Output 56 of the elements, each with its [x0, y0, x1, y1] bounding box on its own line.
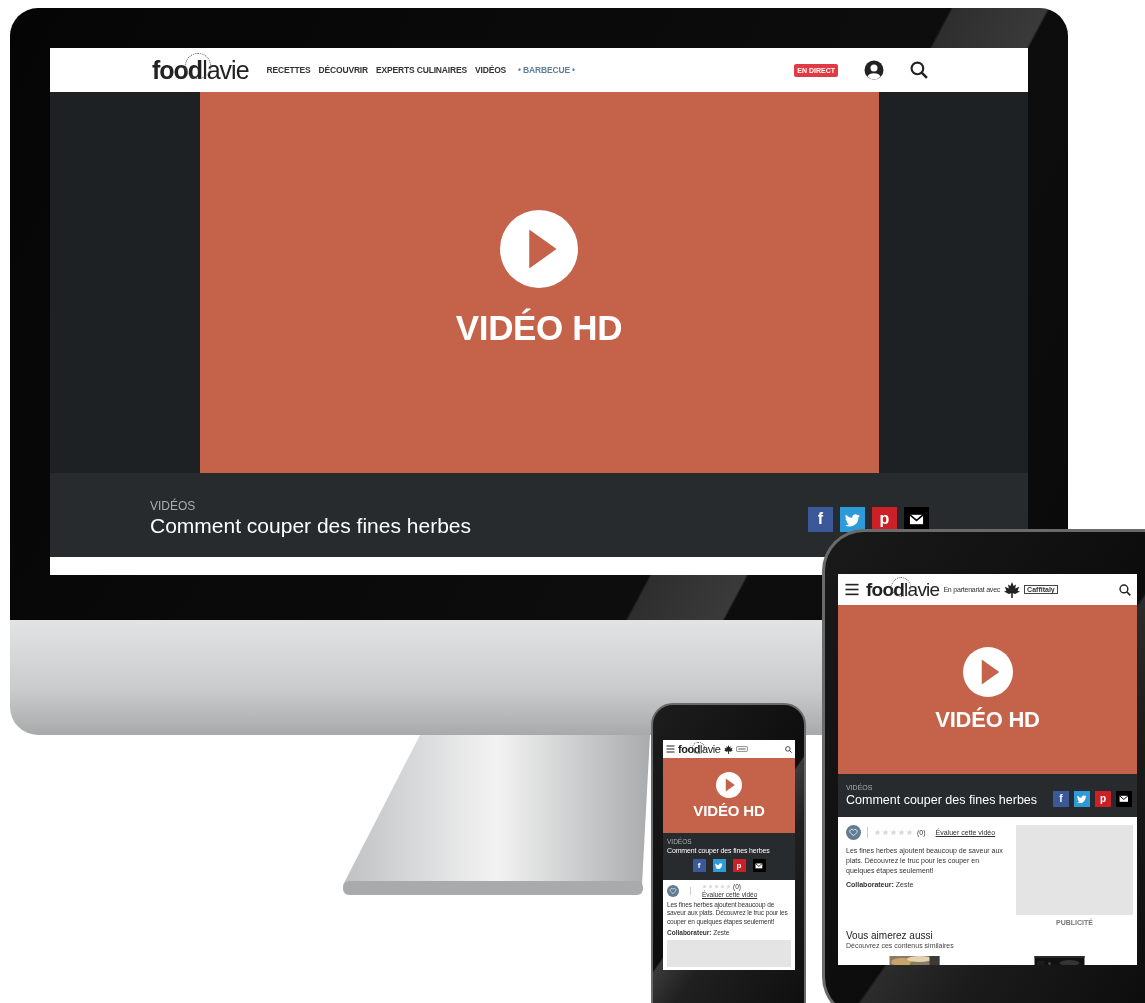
play-button[interactable] — [962, 646, 1013, 697]
favorite-button[interactable] — [667, 884, 679, 897]
menu-icon[interactable] — [845, 583, 859, 596]
site-logo[interactable]: foodlavie — [678, 743, 721, 755]
star-icon[interactable] — [906, 829, 913, 836]
bird-icon — [845, 511, 860, 527]
star-icon[interactable] — [726, 884, 731, 889]
user-icon[interactable] — [864, 60, 884, 80]
star-icon[interactable] — [882, 829, 889, 836]
nav-link[interactable]: VIDÉOS — [474, 65, 507, 75]
share-button[interactable]: p — [732, 859, 746, 872]
envelope-icon — [755, 861, 763, 870]
search-icon[interactable] — [1119, 583, 1131, 596]
play-button[interactable] — [716, 772, 742, 798]
maple-leaf-icon — [723, 744, 733, 754]
star-icon[interactable] — [874, 829, 881, 836]
search-icon[interactable] — [910, 61, 928, 79]
search-icon[interactable] — [785, 745, 792, 753]
video-label: VIDÉO HD — [455, 307, 623, 348]
envelope-icon — [1119, 793, 1129, 804]
star-icon[interactable] — [702, 884, 707, 889]
star-icon[interactable] — [720, 884, 725, 889]
favorite-button[interactable] — [846, 825, 861, 840]
share-button[interactable]: p — [1095, 790, 1111, 807]
maple-leaf-icon — [1004, 581, 1021, 598]
partner-logo-icon — [735, 746, 748, 752]
nav-link[interactable]: • BARBECUE • — [518, 65, 575, 75]
envelope-icon — [909, 511, 924, 527]
share-button[interactable]: p — [872, 506, 897, 532]
star-icon[interactable] — [714, 884, 719, 889]
star-icon[interactable] — [708, 884, 713, 889]
video-label: VIDÉO HD — [693, 802, 765, 819]
bird-icon — [715, 861, 723, 870]
star-icon[interactable] — [890, 829, 897, 836]
share-button[interactable] — [1074, 790, 1090, 807]
share-button[interactable] — [712, 859, 726, 872]
bird-icon — [1077, 793, 1087, 804]
share-button[interactable]: f — [692, 859, 706, 872]
site-logo[interactable]: foodlavie — [152, 55, 249, 85]
share-button[interactable] — [1116, 790, 1132, 807]
star-icon[interactable] — [898, 829, 905, 836]
section-title: Vous aimerez aussi — [846, 930, 934, 941]
share-button[interactable]: f — [1053, 790, 1069, 807]
share-button[interactable] — [752, 859, 766, 872]
share-button[interactable] — [840, 506, 865, 532]
video-label: VIDÉO HD — [935, 706, 1040, 733]
nav-link[interactable]: EXPERTS CULINAIRES — [376, 65, 467, 75]
video-title: Comment couper des fines herbes — [846, 793, 1039, 807]
nav-link[interactable]: RECETTES — [266, 65, 311, 75]
share-button[interactable] — [904, 506, 929, 532]
play-button[interactable] — [500, 209, 578, 288]
site-logo[interactable]: foodlavie — [866, 578, 940, 601]
share-button[interactable]: f — [808, 506, 833, 532]
category-label: VIDÉOS — [150, 498, 197, 513]
video-title: Comment couper des fines herbes — [150, 513, 472, 538]
nav-link[interactable]: DÉCOUVRIR — [318, 65, 369, 75]
